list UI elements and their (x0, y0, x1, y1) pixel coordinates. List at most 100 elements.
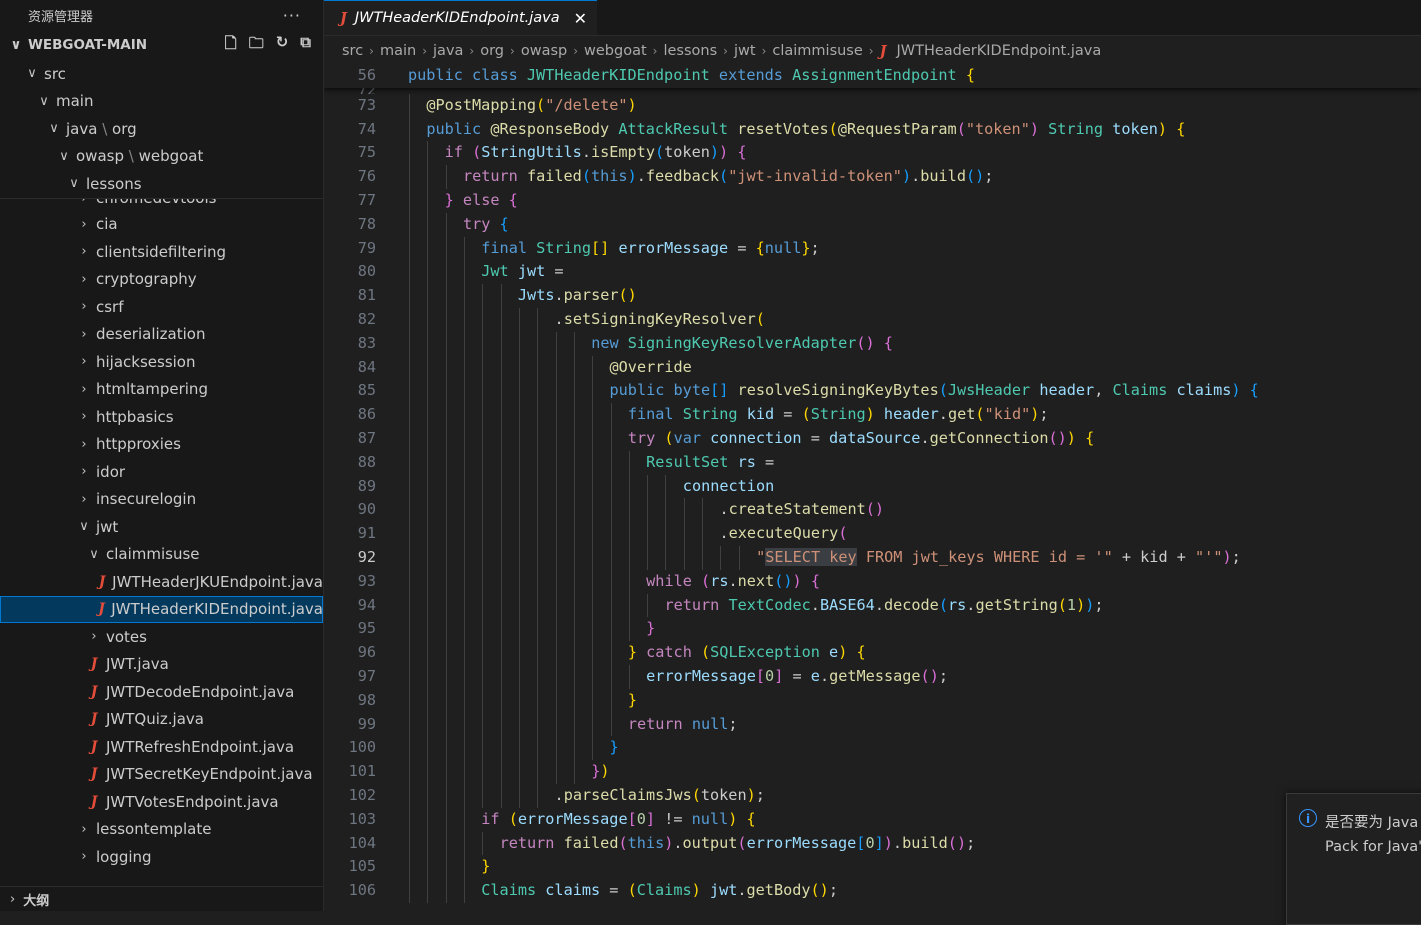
code-editor[interactable]: 56 public class JWTHeaderKIDEndpoint exte… (324, 64, 1421, 911)
code-line-row[interactable]: 104 return failed(this).output(errorMessa… (324, 831, 1421, 856)
code-line-row[interactable]: 94 return TextCodec.BASE64.decode(rs.getS… (324, 593, 1421, 618)
code-line-row[interactable]: 83 new SigningKeyResolverAdapter() { (324, 331, 1421, 356)
tree-folder[interactable]: › chromedevtools (0, 199, 323, 211)
code-line-row[interactable]: 101}) (324, 760, 1421, 784)
tree-folder[interactable]: ∨ claimmisuse (0, 541, 323, 569)
tree-folder[interactable]: › insecurelogin (0, 486, 323, 514)
tree-folder[interactable]: › lessontemplate (0, 816, 323, 844)
code-line-row[interactable]: 84 @Override (324, 355, 1421, 380)
tree-folder[interactable]: › httpbasics (0, 403, 323, 431)
code-token: BASE64 (819, 595, 875, 614)
code-line-row[interactable]: 91 .executeQuery( (324, 522, 1421, 546)
code-line-row[interactable]: 90 .createStatement() (324, 498, 1421, 523)
outline-title: 大纲 (23, 893, 50, 909)
tree-folder[interactable]: › deserialization (0, 321, 323, 349)
new-file-icon[interactable]: 🗋 (225, 33, 237, 58)
tree-folder[interactable]: › votes (0, 623, 323, 651)
tree-file[interactable]: J JWTRefreshEndpoint.java (0, 733, 323, 761)
more-actions-icon[interactable]: ··· (283, 6, 301, 25)
indent-guide (518, 736, 520, 761)
tree-folder[interactable]: › cryptography (0, 266, 323, 294)
code-line-row[interactable]: 79 final String[] errorMessage = {null}; (324, 236, 1421, 261)
code-line-row[interactable]: 96} catch (SQLException e) { (324, 641, 1421, 665)
notification-toast[interactable]: i 是否要为 Java Pack for Java" (1286, 793, 1421, 925)
code-line-row[interactable]: 78 try { (324, 212, 1421, 237)
tab-active-file[interactable]: J JWTHeaderKIDEndpoint.java ✕ (324, 0, 598, 35)
code-line-row[interactable]: 106 Claims claims = (Claims) jwt.getBody(… (324, 879, 1421, 903)
code-line-row[interactable]: 97 errorMessage[0] = e.getMessage(); (324, 664, 1421, 689)
code-line-row[interactable]: 85 public byte[] resolveSigningKeyBytes(J… (324, 379, 1421, 404)
workspace-root[interactable]: ∨ WEBGOAT-MAIN 🗋 🗀 ↻ ⧉ (0, 30, 323, 60)
code-line-row[interactable]: 77} else { (324, 188, 1421, 213)
code-line-row[interactable]: 92 "SELECT key FROM jwt_keys WHERE id = '… (324, 545, 1421, 570)
code-line-row[interactable]: 80 Jwt jwt = (324, 260, 1421, 285)
tree-file[interactable]: J JWTQuiz.java (0, 706, 323, 734)
close-icon[interactable]: ✕ (574, 9, 587, 28)
code-token: = (545, 262, 564, 281)
code-line: .setSigningKeyResolver( (408, 307, 765, 332)
breadcrumb-item[interactable]: claimmisuse (772, 43, 862, 59)
tree-folder[interactable]: › clientsidefiltering (0, 238, 323, 266)
tree-file[interactable]: J JWTVotesEndpoint.java (0, 788, 323, 816)
tree-folder[interactable]: › hijacksession (0, 348, 323, 376)
code-line-row[interactable]: 87 try (var connection = dataSource.getCo… (324, 426, 1421, 451)
collapse-all-icon[interactable]: ⧉ (300, 33, 311, 58)
code-line-row[interactable]: 74 public @ResponseBody AttackResult rese… (324, 117, 1421, 142)
code-line-row[interactable]: 103 if (errorMessage[0] != null) { (324, 807, 1421, 832)
tree-file[interactable]: J JWTSecretKeyEndpoint.java (0, 761, 323, 789)
tree-file[interactable]: J JWT.java (0, 651, 323, 679)
breadcrumb-item[interactable]: jwt (734, 43, 756, 59)
breadcrumb-item[interactable]: java (433, 43, 463, 59)
code-line-row[interactable]: 105} (324, 855, 1421, 880)
code-line-row[interactable]: 98} (324, 688, 1421, 713)
indent-guide (592, 712, 594, 737)
tree-folder[interactable]: › htmltampering (0, 376, 323, 404)
breadcrumb-item[interactable]: org (480, 43, 504, 59)
tree-file[interactable]: J JWTHeaderKIDEndpoint.java (0, 595, 323, 623)
code-line-row[interactable]: 75 if (StringUtils.isEmpty(token)) { (324, 141, 1421, 166)
tree-folder-owasp[interactable]: ∨ owasp \ webgoat (0, 143, 323, 171)
tree-folder-main[interactable]: ∨ main (0, 88, 323, 116)
tree-folder[interactable]: › csrf (0, 293, 323, 321)
code-line: Jwts.parser() (408, 284, 637, 308)
code-line-row[interactable]: 102 .parseClaimsJws(token); (324, 783, 1421, 808)
code-line-row[interactable]: 99 return null; (324, 712, 1421, 737)
code-token: [ (755, 666, 766, 685)
code-line-row[interactable]: 93 while (rs.next()) { (324, 569, 1421, 594)
tree-folder[interactable]: › idor (0, 458, 323, 486)
code-line-row[interactable]: 76 return failed(this).feedback("jwt-inva… (324, 165, 1421, 189)
code-token: { (737, 143, 747, 162)
tree-folder-src[interactable]: ∨ src (0, 60, 323, 88)
breadcrumb-item[interactable]: lessons (663, 43, 717, 59)
refresh-icon[interactable]: ↻ (276, 33, 289, 58)
new-folder-icon[interactable]: 🗀 (249, 33, 264, 58)
code-line-row[interactable]: 82 .setSigningKeyResolver( (324, 307, 1421, 332)
tree-file[interactable]: J JWTHeaderJKUEndpoint.java (0, 568, 323, 596)
tree-folder[interactable]: › logging (0, 843, 323, 871)
breadcrumb-item[interactable]: owasp (521, 43, 567, 59)
indent-guide (445, 284, 447, 308)
outline-section[interactable]: › 大纲 (0, 886, 323, 911)
code-line-row[interactable]: 73 @PostMapping("/delete") (324, 93, 1421, 118)
tree-folder[interactable]: ∨ jwt (0, 513, 323, 541)
tree-folder[interactable]: › cia (0, 211, 323, 239)
indent-guide (463, 331, 465, 356)
code-token: build (920, 167, 966, 186)
tree-folder-lessons[interactable]: ∨ lessons (0, 170, 323, 198)
code-line-row[interactable]: 100} (324, 736, 1421, 761)
breadcrumb-item[interactable]: main (380, 43, 416, 59)
tree-folder-java[interactable]: ∨ java \ org (0, 115, 323, 143)
sticky-scroll-line[interactable]: 56 public class JWTHeaderKIDEndpoint exte… (324, 64, 1421, 88)
breadcrumb-item[interactable]: src (342, 43, 363, 59)
code-line-row[interactable]: 88 ResultSet rs = (324, 450, 1421, 475)
breadcrumb-item[interactable]: webgoat (584, 43, 647, 59)
indent-guide (555, 688, 557, 713)
indent-guide (427, 236, 429, 261)
code-line-row[interactable]: 89 connection (324, 474, 1421, 499)
breadcrumb-item[interactable]: JWTHeaderKIDEndpoint.java (896, 43, 1101, 59)
tree-folder[interactable]: › httpproxies (0, 431, 323, 459)
code-line-row[interactable]: 81 Jwts.parser() (324, 284, 1421, 308)
tree-file[interactable]: J JWTDecodeEndpoint.java (0, 678, 323, 706)
code-line-row[interactable]: 95} (324, 617, 1421, 642)
code-line-row[interactable]: 86 final String kid = (String) header.get… (324, 403, 1421, 427)
